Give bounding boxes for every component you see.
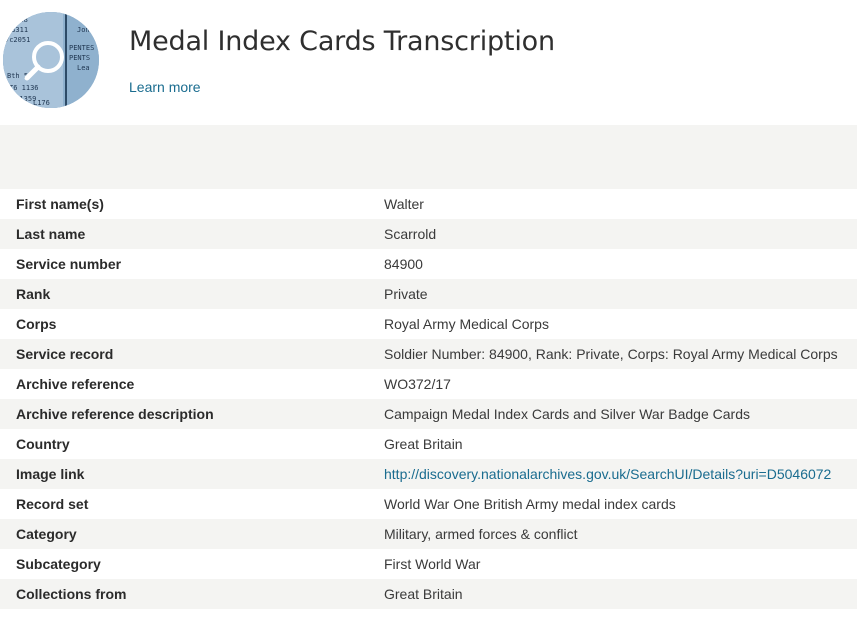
table-row: Country Great Britain (0, 429, 857, 459)
logo-text-4: PENTES (69, 44, 94, 52)
table-row: First name(s) Walter (0, 189, 857, 219)
table-row: Archive reference description Campaign Me… (0, 399, 857, 429)
table-row: Corps Royal Army Medical Corps (0, 309, 857, 339)
field-label: Service record (0, 339, 368, 369)
page-header: 1518 43311 7c2051 PENTES PENTS Bth 5 T6 … (0, 0, 857, 125)
record-details-table: First name(s) Walter Last name Scarrold Serv… (0, 189, 857, 609)
page-title: Medal Index Cards Transcription (129, 26, 555, 57)
table-row: Category Military, armed forces & conflic… (0, 519, 857, 549)
field-label: First name(s) (0, 189, 368, 219)
table-row: Image link http://discovery.nationalarchi… (0, 459, 857, 489)
field-value-cell: Private (368, 279, 857, 309)
table-row: Archive reference WO372/17 (0, 369, 857, 399)
gray-banner (0, 125, 857, 189)
table-row: Service number 84900 (0, 249, 857, 279)
field-value-cell: WO372/17 (368, 369, 857, 399)
table-row: Record set World War One British Army med… (0, 489, 857, 519)
field-value-cell: First World War (368, 549, 857, 579)
table-row: Last name Scarrold (0, 219, 857, 249)
field-label: Corps (0, 309, 368, 339)
image-link[interactable]: http://discovery.nationalarchives.gov.uk… (384, 466, 831, 482)
field-value-cell: Soldier Number: 84900, Rank: Private, Co… (368, 339, 857, 369)
field-value-cell: Great Britain (368, 429, 857, 459)
field-label: Image link (0, 459, 368, 489)
logo-text-3: 7c2051 (5, 36, 30, 44)
field-label: Collections from (0, 579, 368, 609)
logo-text-11: Lea (77, 64, 90, 72)
magnifier-document-logo-icon: 1518 43311 7c2051 PENTES PENTS Bth 5 T6 … (3, 12, 99, 108)
table-row: Rank Private (0, 279, 857, 309)
logo-text-9: L176 (33, 99, 50, 107)
field-value-cell: Campaign Medal Index Cards and Silver Wa… (368, 399, 857, 429)
field-label: Service number (0, 249, 368, 279)
logo-text-10: Jon (77, 26, 90, 34)
field-label: Last name (0, 219, 368, 249)
logo-text-1: 1518 (11, 16, 28, 24)
field-value-cell: Royal Army Medical Corps (368, 309, 857, 339)
field-label: Archive reference description (0, 399, 368, 429)
learn-more-link[interactable]: Learn more (129, 79, 201, 95)
field-value-cell: Great Britain (368, 579, 857, 609)
field-label: Country (0, 429, 368, 459)
table-row: Collections from Great Britain (0, 579, 857, 609)
logo-text-7: T6 1136 (9, 84, 39, 92)
field-label: Archive reference (0, 369, 368, 399)
field-value-cell: Scarrold (368, 219, 857, 249)
field-value-cell: World War One British Army medal index c… (368, 489, 857, 519)
field-value-cell: Walter (368, 189, 857, 219)
field-value-cell: Military, armed forces & conflict (368, 519, 857, 549)
field-label: Rank (0, 279, 368, 309)
table-row: Service record Soldier Number: 84900, Ran… (0, 339, 857, 369)
field-label: Subcategory (0, 549, 368, 579)
field-label: Category (0, 519, 368, 549)
field-value-cell: http://discovery.nationalarchives.gov.uk… (368, 459, 857, 489)
logo-text-5: PENTS (69, 54, 90, 62)
field-value-cell: 84900 (368, 249, 857, 279)
logo-text-2: 43311 (7, 26, 28, 34)
field-label: Record set (0, 489, 368, 519)
logo-graphic: 1518 43311 7c2051 PENTES PENTS Bth 5 T6 … (3, 12, 99, 108)
table-row: Subcategory First World War (0, 549, 857, 579)
